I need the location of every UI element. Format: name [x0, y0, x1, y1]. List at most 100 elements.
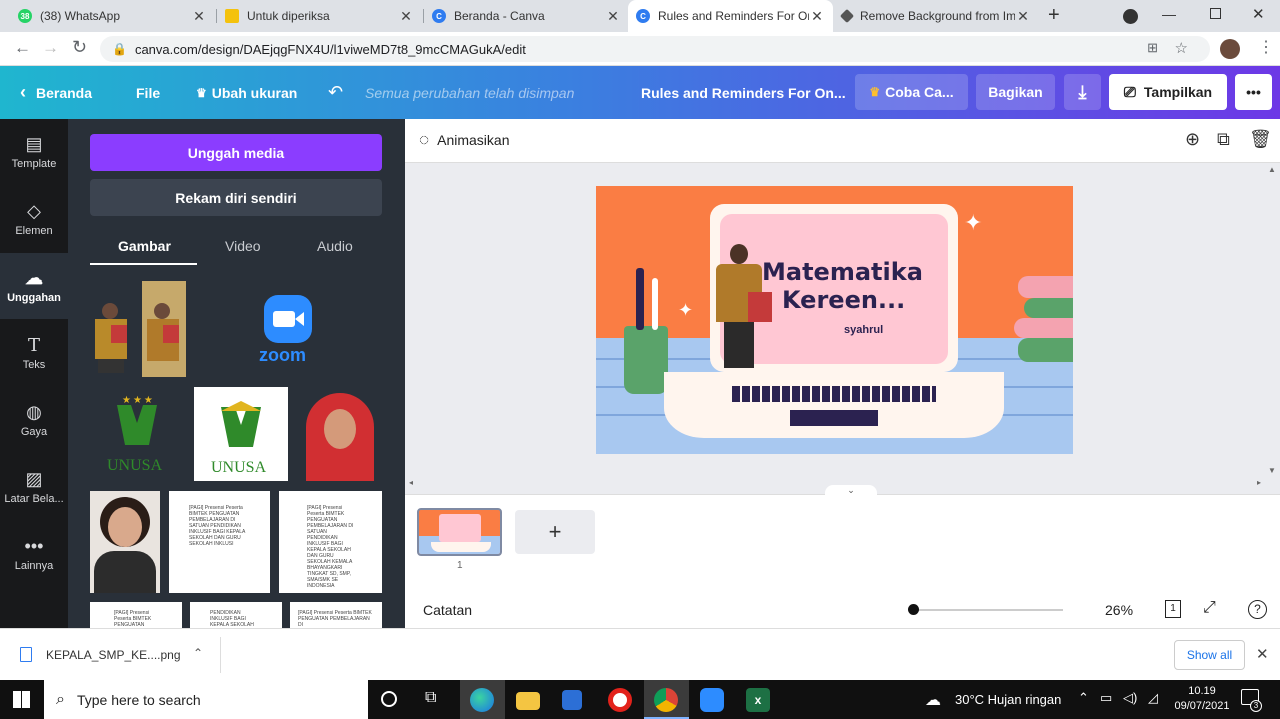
page-count-button[interactable]: 1 — [1165, 600, 1181, 618]
animate-button[interactable]: ◌ Animasikan — [419, 130, 509, 150]
rail-item-template[interactable]: ▤ Template — [0, 119, 68, 185]
chrome-icon[interactable] — [654, 688, 678, 712]
store-icon[interactable] — [562, 690, 582, 710]
download-button[interactable]: ⤓ — [1064, 74, 1101, 110]
chevron-up-icon[interactable]: ⌃ — [193, 646, 203, 660]
opera-icon[interactable] — [608, 688, 632, 712]
rail-item-unggahan[interactable]: ☁ Unggahan — [0, 253, 68, 319]
zoom-logo-image[interactable]: zoom — [248, 291, 328, 367]
upload-image[interactable] — [90, 281, 134, 377]
fullscreen-icon[interactable]: ⤢ — [1203, 599, 1216, 617]
more-options-button[interactable]: ••• — [1235, 74, 1272, 110]
page-thumbnail[interactable] — [417, 508, 502, 556]
taskbar-search-box[interactable]: ⌕ Type here to search — [44, 680, 368, 719]
unusa-logo-image[interactable]: UNUSA — [194, 387, 288, 481]
task-view-icon[interactable]: ⧉ — [425, 689, 436, 707]
show-all-button[interactable]: Show all — [1174, 640, 1245, 670]
close-icon[interactable]: ✕ — [191, 8, 207, 25]
resize-button[interactable]: ♛ Ubah ukuran — [196, 66, 297, 119]
clock[interactable]: 10.19 09/07/2021 — [1172, 684, 1232, 714]
translate-icon[interactable]: ⊞ — [1147, 40, 1158, 56]
back-arrow-icon[interactable]: ← — [14, 38, 31, 58]
volume-icon[interactable]: ◁) — [1123, 690, 1137, 706]
zoom-app-icon[interactable] — [700, 688, 724, 712]
rail-label: Teks — [22, 359, 46, 371]
close-icon[interactable]: ✕ — [809, 8, 825, 25]
slide-title-line2[interactable]: Kereen... — [782, 286, 905, 314]
network-icon[interactable]: ◿ — [1148, 690, 1158, 706]
add-page-icon[interactable]: ⊕ — [1185, 129, 1200, 150]
share-button[interactable]: Bagikan — [976, 74, 1055, 110]
record-yourself-button[interactable]: Rekam diri sendiri — [90, 179, 382, 216]
rail-item-lainnya[interactable]: ••• Lainnya — [0, 521, 68, 587]
excel-icon[interactable]: x — [746, 688, 770, 712]
home-button[interactable]: ‹ Beranda — [20, 66, 92, 119]
tray-chevron-icon[interactable]: ⌃ — [1078, 690, 1089, 706]
upload-portrait[interactable] — [90, 491, 160, 593]
avatar[interactable] — [1220, 39, 1240, 59]
undo-icon[interactable]: ↶ — [328, 66, 343, 119]
url-field[interactable]: 🔒 canva.com/design/DAEjqgFNX4U/l1viweMD7… — [100, 36, 1210, 62]
slide-author[interactable]: syahrul — [844, 324, 883, 336]
tab-video[interactable]: Video — [225, 238, 261, 254]
tab-whatsapp[interactable]: 38 (38) WhatsApp ✕ — [10, 0, 215, 32]
windows-start-icon[interactable] — [13, 691, 30, 708]
rail-item-gaya[interactable]: ◍ Gaya — [0, 387, 68, 453]
download-icon: ⤓ — [1078, 81, 1087, 102]
notes-button[interactable]: Catatan — [423, 602, 472, 618]
tab-untuk-diperiksa[interactable]: Untuk diperiksa ✕ — [217, 0, 422, 32]
close-shelf-icon[interactable]: ✕ — [1256, 645, 1269, 663]
minimize-icon[interactable]: — — [1162, 6, 1176, 22]
slide-canvas[interactable]: ✦ ✦ Matematika Kereen... syahrul — [596, 186, 1073, 454]
rail-item-latar[interactable]: ▨ Latar Bela... — [0, 454, 68, 520]
unusa-logo-image[interactable]: ★★★ UNUSA — [90, 387, 184, 481]
upload-document[interactable]: [PAGI] Presensi Peserta BIMTEK PENGUATAN… — [169, 491, 270, 593]
close-icon[interactable]: ✕ — [605, 8, 621, 25]
edge-icon[interactable] — [470, 688, 494, 712]
browser-menu-icon[interactable]: ⋮ — [1258, 37, 1274, 57]
upload-portrait[interactable] — [298, 387, 382, 481]
slide-title-line1[interactable]: Matematika — [762, 258, 923, 286]
tab-rules-reminders[interactable]: C Rules and Reminders For Onl ✕ — [628, 0, 833, 32]
present-button[interactable]: ⎚ Tampilkan — [1109, 74, 1227, 110]
forward-arrow-icon[interactable]: → — [42, 38, 59, 58]
tab-beranda-canva[interactable]: C Beranda - Canva ✕ — [424, 0, 629, 32]
zoom-slider[interactable] — [911, 609, 1063, 611]
download-file-name[interactable]: KEPALA_SMP_KE....png — [46, 648, 181, 662]
trash-icon[interactable]: 🗑 — [1249, 129, 1272, 150]
restore-icon[interactable] — [1210, 8, 1221, 19]
upload-document[interactable]: [PAGI] Presensi Peserta BIMTEK PENGUATAN… — [290, 602, 382, 628]
new-tab-button[interactable]: + — [1048, 4, 1060, 27]
document-title[interactable]: Rules and Reminders For On... — [641, 66, 846, 119]
expand-pages-handle[interactable]: ⌄ — [825, 485, 877, 497]
window-close-icon[interactable]: ✕ — [1252, 5, 1265, 23]
try-pro-button[interactable]: ♛ Coba Ca... — [855, 74, 968, 110]
help-button[interactable]: ? — [1248, 600, 1267, 619]
tab-remove-bg[interactable]: Remove Background from Im ✕ — [834, 0, 1039, 32]
upload-document[interactable]: [PAGI] Presensi Peserta BIMTEK PENGUATAN… — [279, 491, 382, 593]
upload-document[interactable]: [PAGI] Presensi Peserta BIMTEK PENGUATAN — [90, 602, 182, 628]
tab-gambar[interactable]: Gambar — [118, 238, 171, 254]
cortana-icon[interactable] — [381, 691, 397, 707]
weather-text[interactable]: 30°C Hujan ringan — [955, 692, 1061, 707]
rail-item-teks[interactable]: T Teks — [0, 320, 68, 386]
crown-icon: ♛ — [869, 85, 881, 99]
upload-document[interactable]: PENDIDIKAN INKLUSIF BAGI KEPALA SEKOLAH — [190, 602, 282, 628]
star-icon[interactable]: ☆ — [1175, 39, 1188, 57]
battery-icon[interactable]: ▭ — [1100, 690, 1112, 706]
zoom-slider-knob[interactable] — [908, 604, 919, 615]
rail-item-elemen[interactable]: ◇ Elemen — [0, 186, 68, 252]
upload-image[interactable] — [142, 281, 186, 377]
file-menu[interactable]: File — [136, 66, 160, 119]
reload-icon[interactable]: ↻ — [72, 37, 87, 58]
close-icon[interactable]: ✕ — [1015, 8, 1031, 25]
upload-media-button[interactable]: Unggah media — [90, 134, 382, 171]
duplicate-icon[interactable]: ⧉ — [1217, 129, 1230, 150]
vertical-scrollbar[interactable]: ▲ ▼ — [1267, 165, 1277, 475]
profile-menu-icon[interactable] — [1123, 9, 1138, 24]
file-explorer-icon[interactable] — [516, 692, 540, 710]
zoom-level[interactable]: 26% — [1105, 602, 1133, 618]
close-icon[interactable]: ✕ — [398, 8, 414, 25]
add-page-button[interactable]: + — [515, 510, 595, 554]
tab-audio[interactable]: Audio — [317, 238, 353, 254]
